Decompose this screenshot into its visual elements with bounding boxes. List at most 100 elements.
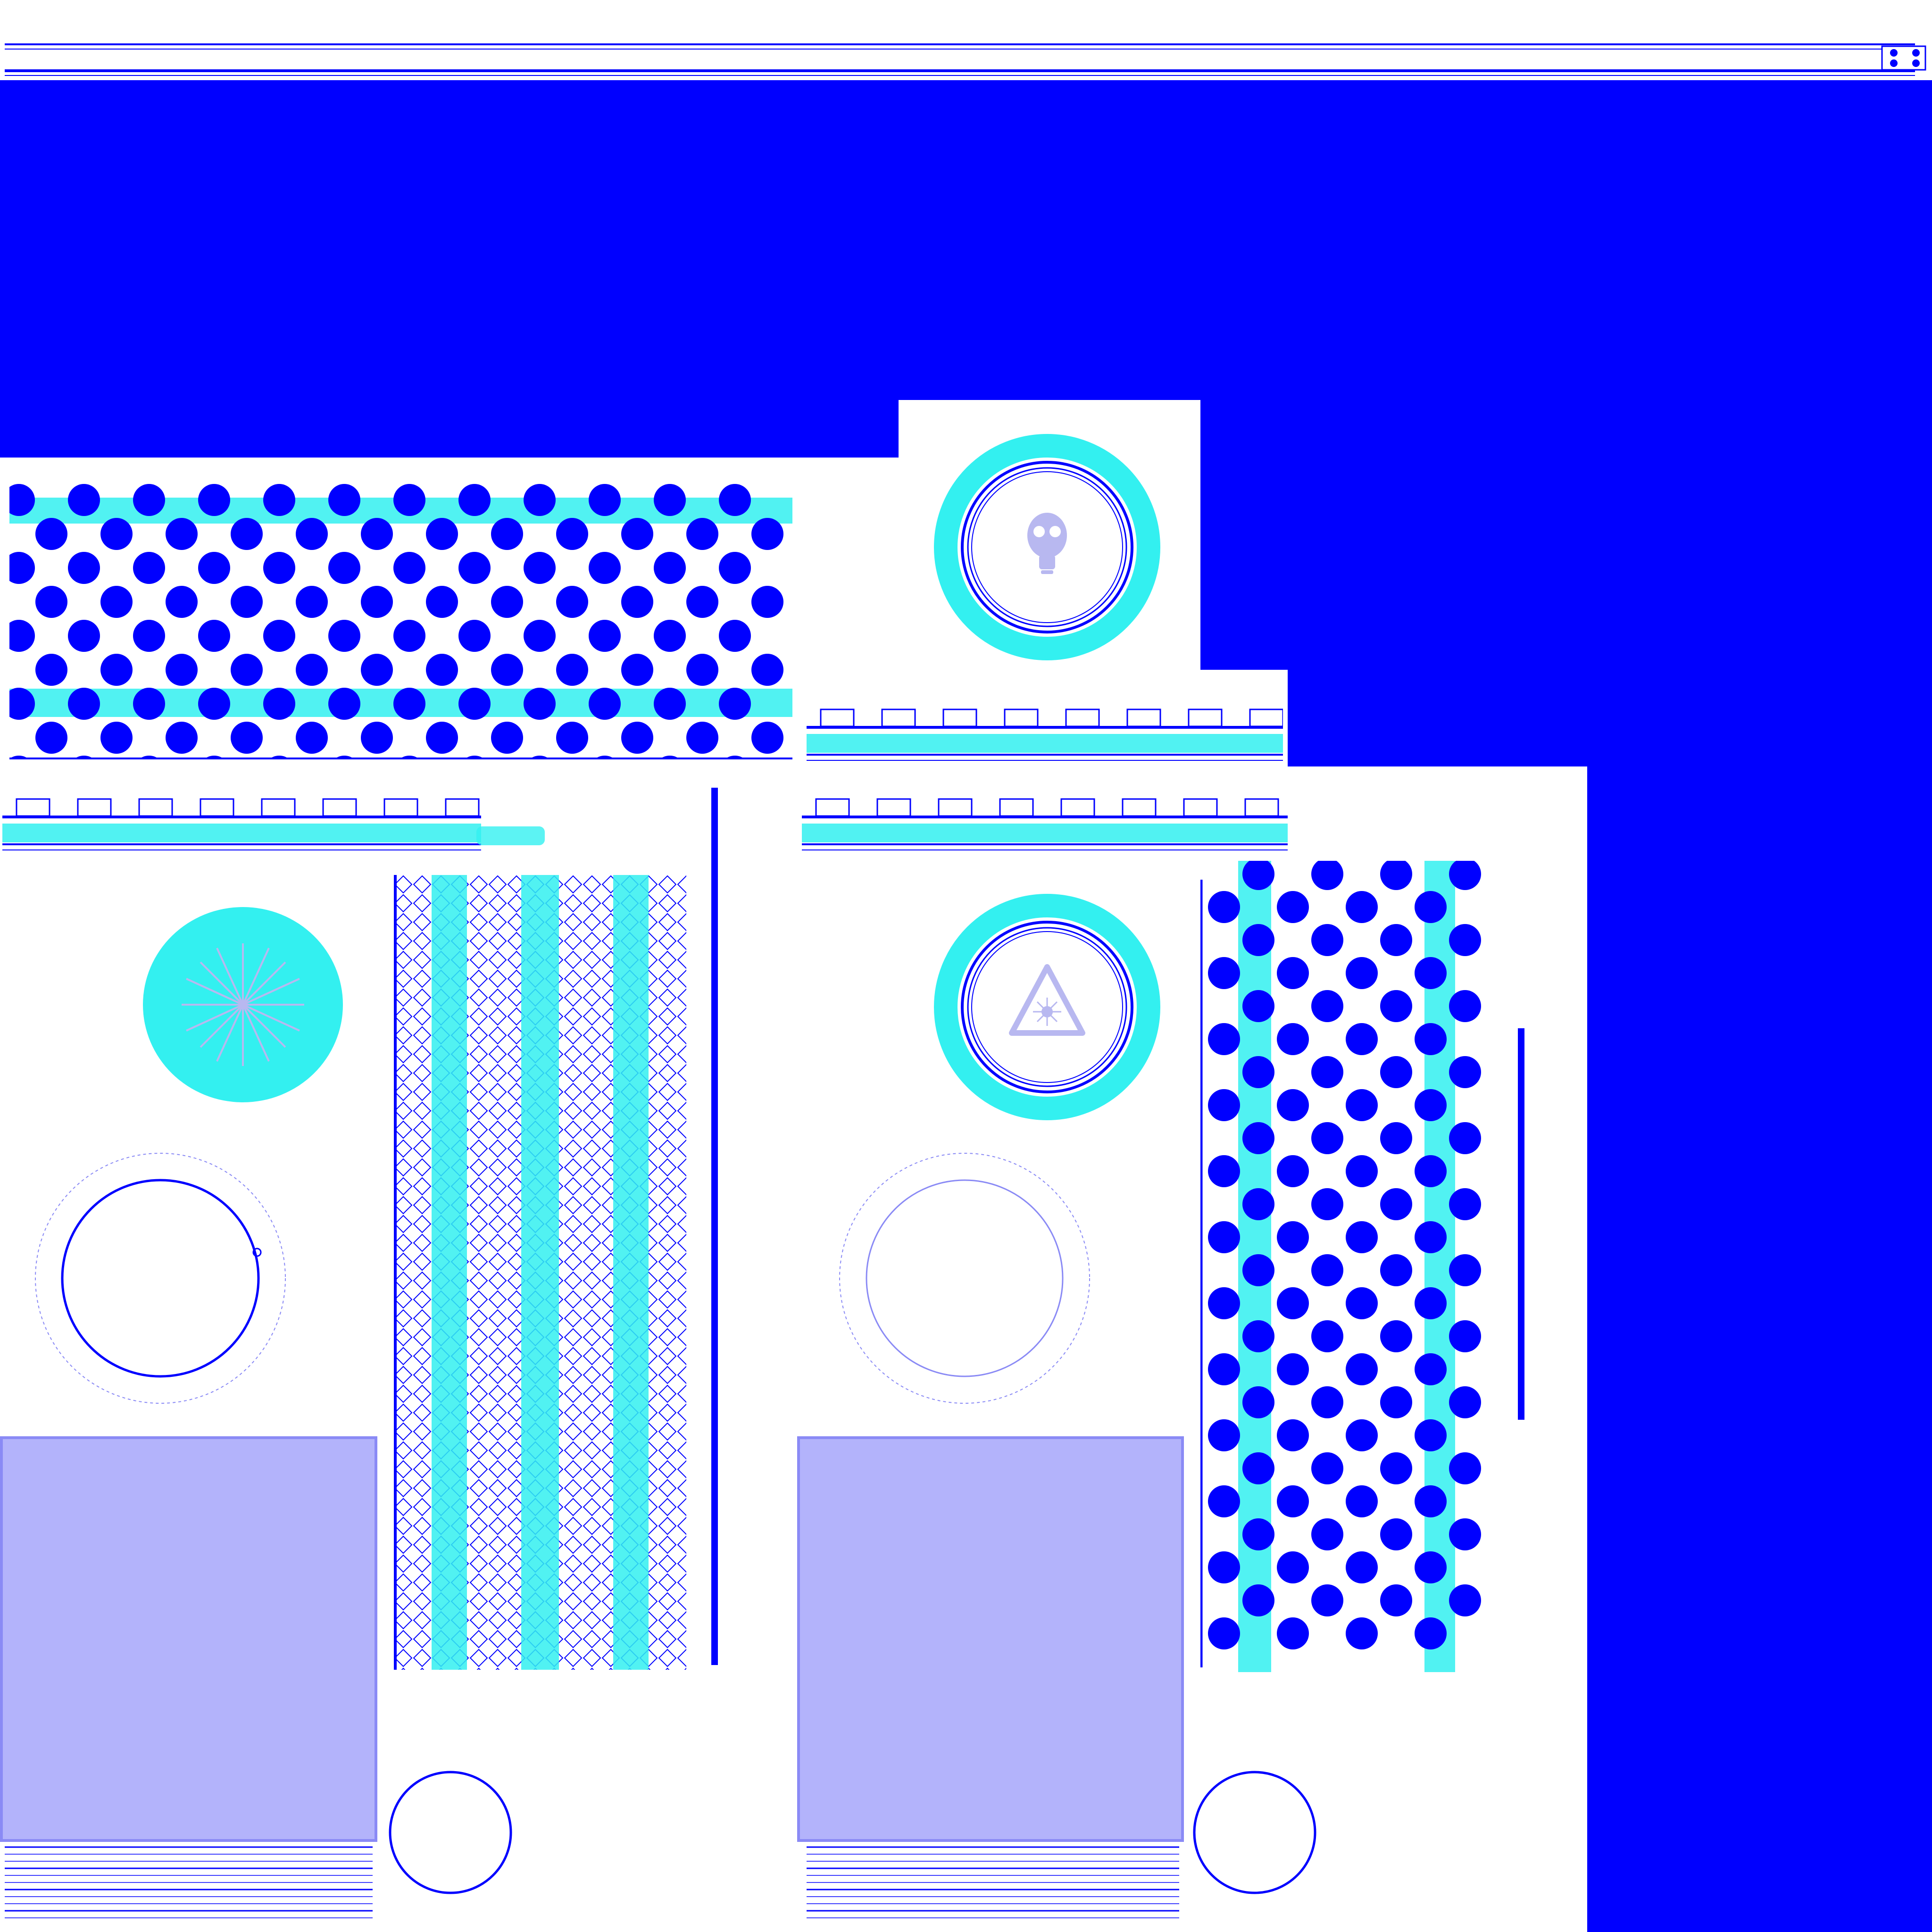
perforation-hole (1346, 1617, 1378, 1649)
perforation-hole (1277, 1155, 1309, 1187)
perforation-hole (166, 586, 198, 618)
rail-tab (820, 708, 855, 727)
left-small-ring (387, 1769, 514, 1896)
right-small-ring (1191, 1769, 1318, 1896)
perforation-hole (1346, 1485, 1378, 1517)
perforation-hole (35, 722, 67, 754)
perforation-hole (1208, 1551, 1240, 1583)
perforation-hole (1208, 1353, 1240, 1385)
perforation-hole (1311, 1452, 1343, 1484)
rail-tab (1244, 798, 1279, 817)
perforation-hole (133, 484, 165, 516)
mesh-edge-bar (711, 788, 718, 1665)
right-bottom-lines (807, 1844, 1179, 1924)
perforation-hole (458, 552, 491, 584)
perforation-hole (1380, 1188, 1412, 1220)
rail-tab (138, 798, 173, 817)
perforation-hole (198, 484, 230, 516)
perforation-hole (1208, 1419, 1240, 1451)
perforation-hole (263, 688, 295, 720)
rail-tab (322, 798, 357, 817)
perforation-hole (1415, 1617, 1447, 1649)
perforation-hole (1242, 1452, 1274, 1484)
perforation-hole (524, 620, 556, 652)
perforation-hole (296, 518, 328, 550)
perforation-hole (393, 620, 425, 652)
perforation-hole (198, 688, 230, 720)
perforated-band-graphic (9, 484, 792, 759)
perforation-hole (751, 518, 783, 550)
perforation-hole (198, 620, 230, 652)
perforation-hole (1380, 1254, 1412, 1286)
perforation-hole (1346, 1353, 1378, 1385)
perforation-hole (719, 688, 751, 720)
perforation-hole (231, 518, 263, 550)
perforation-hole (68, 484, 100, 516)
perforation-hole (719, 620, 751, 652)
perforation-hole (1346, 1551, 1378, 1583)
rail-graphic (802, 798, 1288, 850)
perforation-hole (1277, 1485, 1309, 1517)
perforation-hole (491, 518, 523, 550)
perforation-hole (524, 552, 556, 584)
perforation-hole (361, 586, 393, 618)
perforation-hole (296, 586, 328, 618)
perforation-hole (556, 518, 588, 550)
perforation-hole (1449, 1254, 1481, 1286)
perforation-hole (524, 688, 556, 720)
perforation-hole (491, 654, 523, 686)
perforation-hole (654, 688, 686, 720)
perforation-hole (491, 586, 523, 618)
perforation-hole (1449, 1056, 1481, 1088)
perforation-hole (1277, 1089, 1309, 1121)
perforation-hole (1311, 861, 1343, 890)
perforation-hole (1242, 1254, 1274, 1286)
perforation-hole (1277, 1353, 1309, 1385)
perforation-hole (1208, 1287, 1240, 1319)
laser-badge (932, 891, 1163, 1123)
left-rail (2, 792, 481, 854)
perforation-hole (1346, 1419, 1378, 1451)
perforation-hole (1208, 1485, 1240, 1517)
perforation-hole (1415, 1353, 1447, 1385)
perforation-hole (1449, 924, 1481, 956)
perforation-hole (9, 620, 35, 652)
perforation-hole (263, 620, 295, 652)
perforation-hole (1242, 1584, 1274, 1616)
perforation-hole (621, 722, 653, 754)
left-lavender-plate (0, 1436, 377, 1842)
perforation-hole (1415, 1287, 1447, 1319)
perforation-hole (1277, 1419, 1309, 1451)
perforation-hole (1415, 1221, 1447, 1253)
rail-tab (1188, 708, 1223, 727)
perforation-hole (458, 484, 491, 516)
perforation-hole (1208, 1023, 1240, 1055)
perforation-hole (426, 722, 458, 754)
perforation-hole (1277, 957, 1309, 989)
perforation-hole (1415, 1023, 1447, 1055)
perforation-hole (1380, 1320, 1412, 1352)
left-perforated-band (9, 476, 792, 759)
perforation-hole (231, 722, 263, 754)
right-perforated-column (1200, 861, 1483, 1672)
perforation-hole (1208, 891, 1240, 923)
perforation-hole (589, 484, 621, 516)
perforation-hole (100, 586, 133, 618)
perforation-hole (1449, 1584, 1481, 1616)
lines-graphic (807, 1846, 1179, 1918)
rail-tab (445, 798, 480, 817)
perforation-hole (231, 654, 263, 686)
perforation-hole (1311, 1584, 1343, 1616)
perforation-hole (68, 688, 100, 720)
perforation-hole (1277, 1551, 1309, 1583)
perforation-hole (35, 586, 67, 618)
left-bottom-lines (5, 1844, 373, 1924)
perforation-hole (589, 688, 621, 720)
perforation-hole (426, 518, 458, 550)
perforation-hole (1311, 924, 1343, 956)
perforation-hole (263, 552, 295, 584)
perforation-hole (1346, 1089, 1378, 1121)
perforation-hole (133, 552, 165, 584)
perforation-hole (231, 586, 263, 618)
perforation-hole (393, 688, 425, 720)
